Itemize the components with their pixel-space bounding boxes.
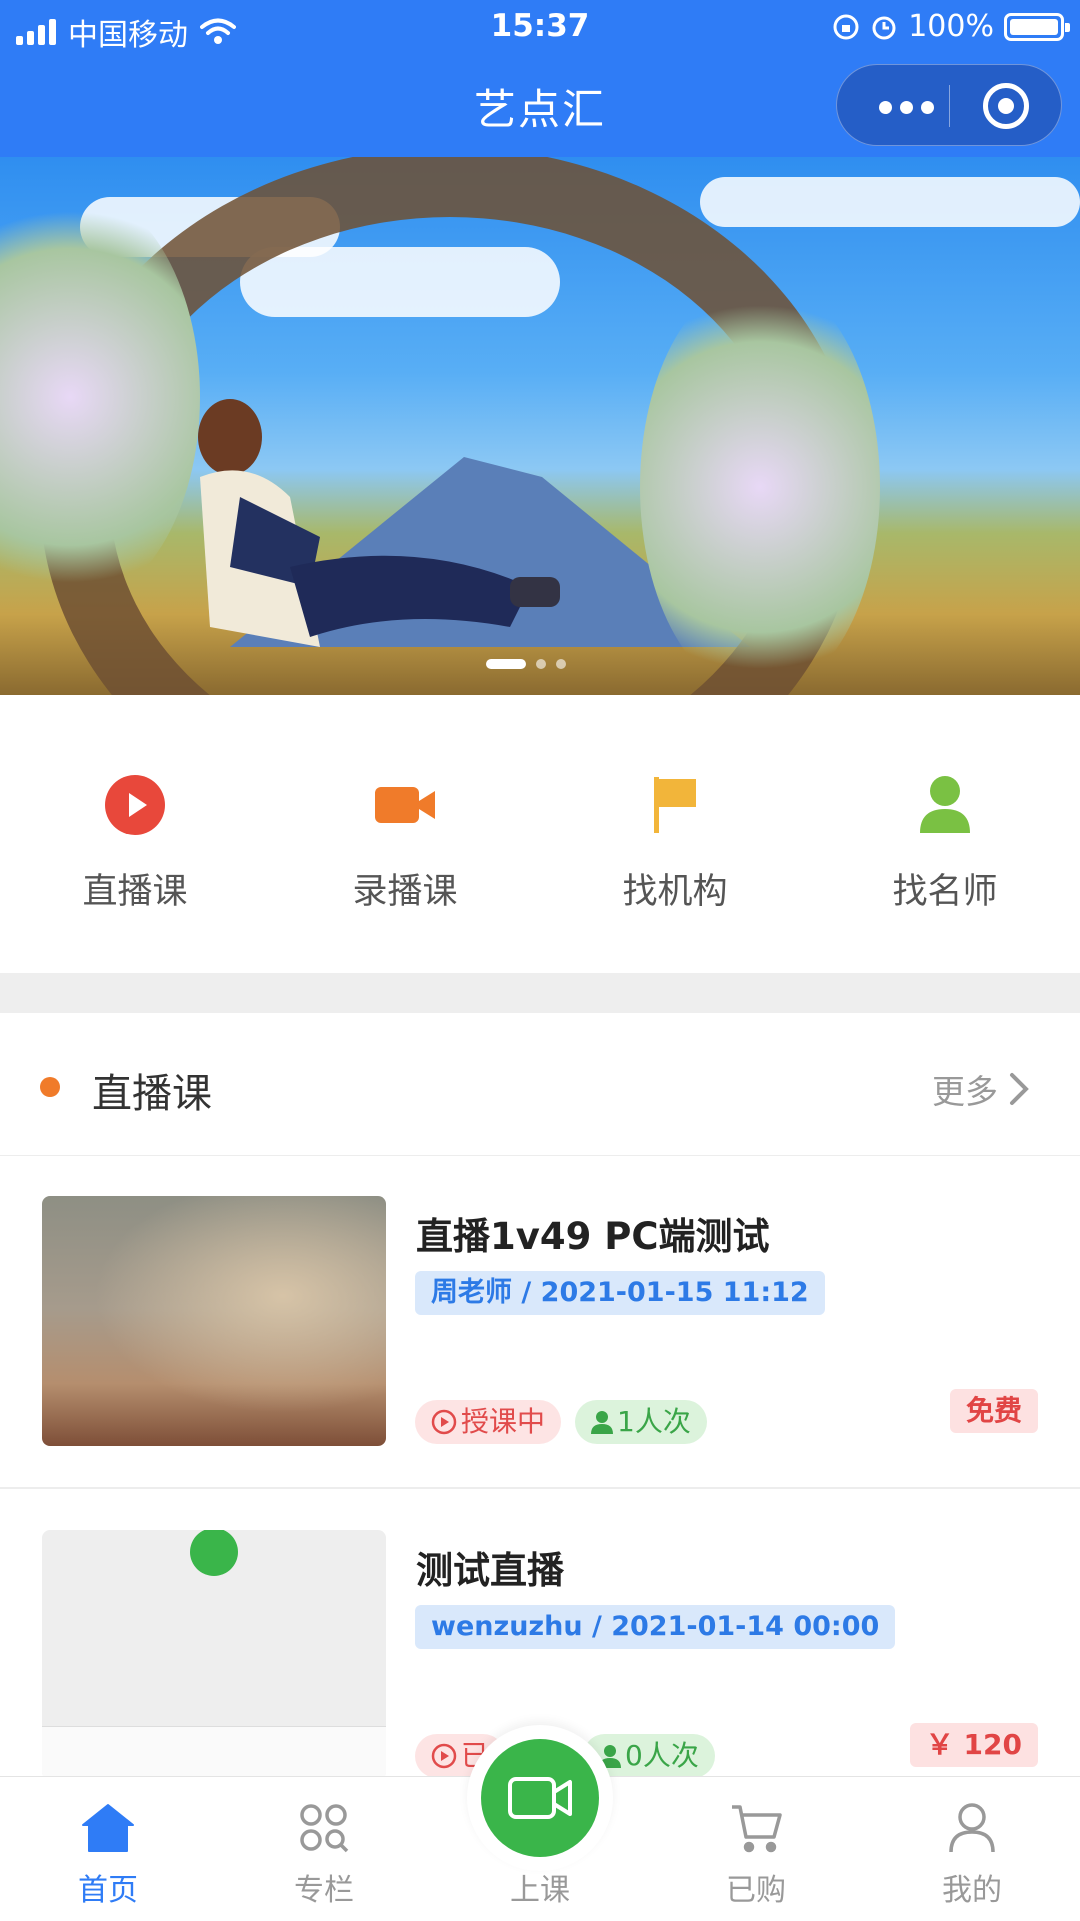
tab-purchased[interactable]: 已购 — [648, 1777, 864, 1921]
tab-home[interactable]: 首页 — [0, 1777, 216, 1921]
menu-label: 找名师 — [892, 872, 998, 912]
course-title: 测试直播 — [416, 1549, 564, 1592]
more-options-button[interactable] — [879, 101, 934, 114]
flag-icon — [643, 773, 707, 837]
tab-column[interactable]: 专栏 — [216, 1777, 432, 1921]
carousel-indicator — [486, 659, 566, 669]
tab-label: 专栏 — [294, 1873, 354, 1908]
top-bar: 中国移动 15:37 100% 艺点汇 — [0, 0, 1080, 157]
course-thumbnail — [42, 1196, 386, 1446]
user-icon — [943, 1799, 1001, 1857]
section-title: 直播课 — [92, 1071, 212, 1117]
section-dot — [40, 1077, 60, 1097]
more-link[interactable]: 更多 — [932, 1065, 1030, 1113]
status-bar: 中国移动 15:37 100% — [0, 0, 1080, 56]
video-camera-icon — [481, 1739, 599, 1857]
menu-find-institution[interactable]: 找机构 — [540, 695, 810, 973]
rotation-lock-icon — [833, 14, 859, 39]
menu-live-course[interactable]: 直播课 — [0, 695, 270, 973]
banner-carousel[interactable] — [0, 157, 1080, 695]
battery-percent: 100% — [908, 9, 994, 44]
course-card[interactable]: 直播1v49 PC端测试 周老师 / 2021-01-15 11:12 授课中 … — [0, 1156, 1080, 1489]
tab-label: 我的 — [942, 1873, 1002, 1908]
course-thumbnail — [42, 1530, 386, 1780]
attendance-text: 0人次 — [625, 1739, 699, 1772]
price-badge: 免费 — [949, 1389, 1038, 1433]
play-circle-icon — [431, 1743, 457, 1769]
price-badge: ￥ 120 — [909, 1723, 1038, 1767]
start-class-button[interactable] — [467, 1725, 613, 1871]
chevron-right-icon — [1010, 1073, 1029, 1105]
home-icon — [79, 1799, 137, 1857]
course-meta: wenzuzhu / 2021-01-14 00:00 — [415, 1605, 896, 1649]
cart-icon — [727, 1799, 785, 1857]
section-divider — [0, 973, 1080, 1013]
video-camera-icon — [373, 773, 437, 837]
attendance-text: 1人次 — [617, 1405, 691, 1438]
miniprogram-capsule — [836, 64, 1062, 146]
grid-search-icon — [295, 1799, 353, 1857]
person-icon — [913, 773, 977, 837]
attendance-badge: 1人次 — [575, 1400, 707, 1444]
menu-label: 直播课 — [82, 872, 188, 912]
status-text: 授课中 — [461, 1405, 546, 1438]
play-circle-icon — [103, 773, 167, 837]
menu-label: 录播课 — [352, 872, 458, 912]
status-badge: 授课中 — [415, 1400, 562, 1444]
quick-menu: 直播课 录播课 找机构 找名师 — [0, 695, 1080, 973]
banner-image — [198, 399, 560, 647]
menu-find-teacher[interactable]: 找名师 — [810, 695, 1080, 973]
live-section-header: 直播课 更多 — [0, 1013, 1080, 1156]
battery-icon — [1004, 12, 1070, 41]
tab-label: 上课 — [510, 1873, 570, 1908]
course-title: 直播1v49 PC端测试 — [416, 1215, 770, 1258]
menu-recorded-course[interactable]: 录播课 — [270, 695, 540, 973]
person-icon — [591, 1411, 613, 1434]
tab-label: 首页 — [78, 1873, 138, 1908]
menu-label: 找机构 — [622, 872, 728, 912]
tab-label: 已购 — [726, 1873, 786, 1908]
more-label: 更多 — [932, 1072, 998, 1111]
tab-mine[interactable]: 我的 — [864, 1777, 1080, 1921]
play-circle-icon — [431, 1409, 457, 1435]
close-miniprogram-button[interactable] — [983, 83, 1029, 129]
course-meta: 周老师 / 2021-01-15 11:12 — [415, 1271, 825, 1315]
alarm-icon — [872, 16, 896, 39]
